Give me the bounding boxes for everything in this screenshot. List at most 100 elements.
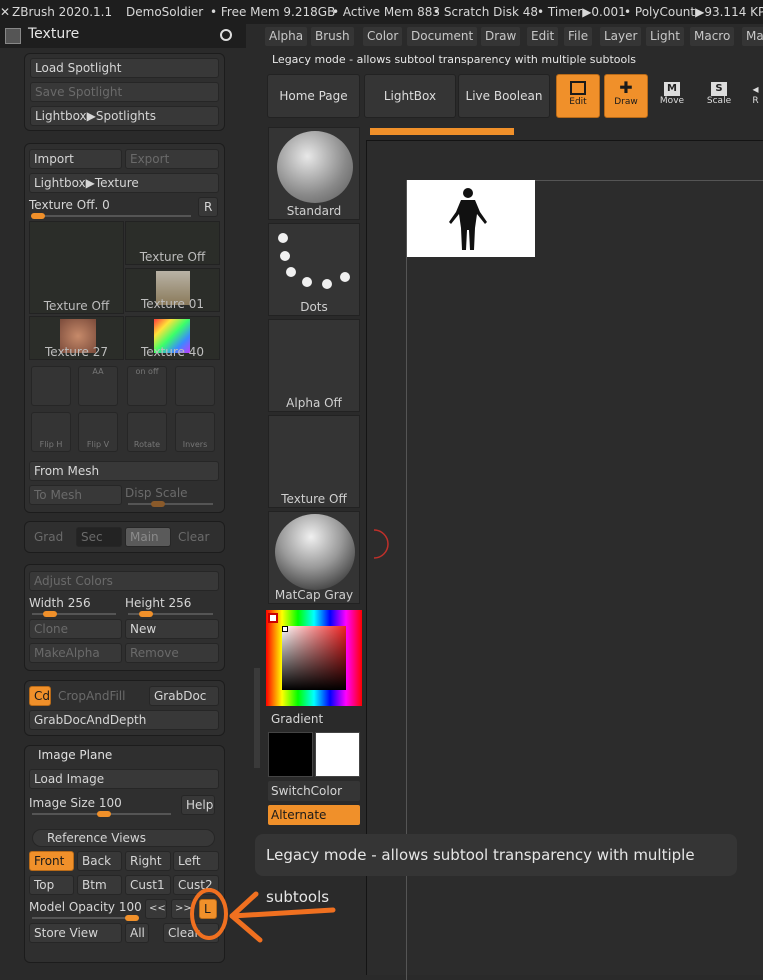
menu-material[interactable]: Ma	[742, 27, 763, 46]
aa-label: AA	[92, 367, 104, 376]
clear-gradient-button[interactable]: Clear	[173, 527, 219, 547]
model-opacity-slider[interactable]: Model Opacity 100	[29, 899, 143, 921]
lightbox-texture-button[interactable]: Lightbox▶Texture	[29, 173, 219, 193]
draw-button[interactable]: ✚ Draw	[604, 74, 648, 118]
r-button[interactable]: R	[198, 197, 218, 217]
invers-label: Invers	[182, 440, 208, 449]
invert-half-icon[interactable]	[31, 366, 71, 406]
import-button[interactable]: Import	[29, 149, 122, 169]
left-view-button[interactable]: Left	[173, 851, 219, 871]
menu-light[interactable]: Light	[646, 27, 684, 46]
aa-icon[interactable]: AA	[78, 366, 118, 406]
main-color-swatch[interactable]	[268, 732, 313, 777]
gauge-icon[interactable]	[175, 366, 215, 406]
btm-view-button[interactable]: Btm	[77, 875, 122, 895]
scale-button[interactable]: S Scale	[697, 74, 741, 118]
texture-off-label: Texture Off	[281, 492, 347, 506]
flip-h-button[interactable]: Flip H	[31, 412, 71, 452]
crop-and-fill-button[interactable]: CropAndFill	[53, 686, 145, 706]
matcap-gray-button[interactable]: MatCap Gray	[268, 511, 360, 604]
save-spotlight-button[interactable]: Save Spotlight	[30, 82, 219, 102]
standard-brush-button[interactable]: Standard	[268, 127, 360, 220]
home-page-button[interactable]: Home Page	[267, 74, 360, 118]
alternate-button[interactable]: Alternate	[268, 805, 360, 825]
on-off-toggle-icon[interactable]: on off	[127, 366, 167, 406]
image-size-slider[interactable]: Image Size 100	[29, 795, 177, 817]
reference-views-header[interactable]: Reference Views	[32, 829, 215, 847]
export-button[interactable]: Export	[125, 149, 219, 169]
grabdoc-button[interactable]: GrabDoc	[149, 686, 219, 706]
new-button[interactable]: New	[125, 619, 219, 639]
from-mesh-button[interactable]: From Mesh	[29, 461, 219, 481]
load-spotlight-button[interactable]: Load Spotlight	[30, 58, 219, 78]
sec-button[interactable]: Sec	[76, 527, 122, 547]
alpha-off-button[interactable]: Alpha Off	[268, 319, 360, 412]
menu-macro[interactable]: Macro	[690, 27, 735, 46]
adjust-colors-button[interactable]: Adjust Colors	[29, 571, 219, 591]
previous-view-button[interactable]: <<	[145, 899, 167, 919]
height-slider[interactable]: Height 256	[125, 595, 219, 617]
to-mesh-button[interactable]: To Mesh	[29, 485, 122, 505]
cd-toggle[interactable]: Cd	[29, 686, 51, 706]
menu-document[interactable]: Document	[407, 27, 478, 46]
menu-draw[interactable]: Draw	[481, 27, 521, 46]
back-view-button[interactable]: Back	[77, 851, 122, 871]
flip-v-button[interactable]: Flip V	[78, 412, 118, 452]
edit-button[interactable]: Edit	[556, 74, 600, 118]
tray-divider[interactable]	[254, 668, 260, 768]
disp-scale-label: Disp Scale	[125, 486, 188, 500]
top-view-button[interactable]: Top	[29, 875, 74, 895]
grad-button[interactable]: Grad	[29, 527, 74, 547]
texture-off-button[interactable]: Texture Off	[268, 415, 360, 508]
color-picker[interactable]	[266, 610, 362, 706]
switch-color-button[interactable]: SwitchColor	[268, 781, 360, 801]
image-plane-title[interactable]: Image Plane	[38, 748, 112, 762]
grab-panel: Cd CropAndFill GrabDoc GrabDocAndDepth	[24, 680, 225, 736]
app-title: ZBrush 2020.1.1	[12, 5, 113, 19]
menu-brush[interactable]: Brush	[311, 27, 354, 46]
lightbox-spotlights-button[interactable]: Lightbox▶Spotlights	[30, 106, 219, 126]
pin-icon[interactable]	[220, 29, 232, 41]
clone-button[interactable]: Clone	[29, 619, 122, 639]
move-button[interactable]: M Move	[650, 74, 694, 118]
texture-01-thumb[interactable]: Texture 01	[125, 268, 220, 312]
texture-off-large-thumb[interactable]: Texture Off	[29, 221, 124, 314]
texture-off-current-thumb[interactable]: Texture Off	[125, 221, 220, 265]
remove-button[interactable]: Remove	[125, 643, 219, 663]
timer: • Timer▶0.001	[537, 5, 626, 19]
invers-button[interactable]: Invers	[175, 412, 215, 452]
menu-color[interactable]: Color	[363, 27, 403, 46]
menu-file[interactable]: File	[564, 27, 593, 46]
grabdoc-and-depth-button[interactable]: GrabDocAndDepth	[29, 710, 219, 730]
texture-40-thumb[interactable]: Texture 40	[125, 316, 220, 360]
live-boolean-button[interactable]: Live Boolean	[458, 74, 550, 118]
help-button[interactable]: Help	[181, 795, 215, 815]
front-view-button[interactable]: Front	[29, 851, 74, 871]
all-button[interactable]: All	[125, 923, 149, 943]
move-label: Move	[659, 96, 685, 106]
texture-panel: Import Export Lightbox▶Texture Texture O…	[24, 143, 225, 513]
texture-offset-slider[interactable]: Texture Off. 0	[29, 197, 197, 219]
gradient-toggle[interactable]: Gradient	[268, 709, 360, 729]
texture-palette-header[interactable]: Texture	[0, 24, 246, 48]
lightbox-button[interactable]: LightBox	[364, 74, 456, 118]
color-saturation-box[interactable]	[282, 626, 346, 690]
make-alpha-button[interactable]: MakeAlpha	[29, 643, 122, 663]
secondary-color-swatch[interactable]	[315, 732, 360, 777]
width-slider[interactable]: Width 256	[29, 595, 122, 617]
menu-edit[interactable]: Edit	[527, 27, 559, 46]
right-view-button[interactable]: Right	[125, 851, 171, 871]
load-image-button[interactable]: Load Image	[29, 769, 219, 789]
dots-stroke-button[interactable]: Dots	[268, 223, 360, 316]
main-button[interactable]: Main	[125, 527, 171, 547]
menu-alpha[interactable]: Alpha	[265, 27, 308, 46]
texture-27-thumb[interactable]: Texture 27	[29, 316, 124, 360]
cust1-view-button[interactable]: Cust1	[125, 875, 171, 895]
menu-layer[interactable]: Layer	[600, 27, 642, 46]
image-size-label: Image Size	[29, 796, 96, 810]
rotate-tool-button[interactable]: ◂ R	[748, 74, 763, 118]
store-view-button[interactable]: Store View	[29, 923, 122, 943]
project-name: DemoSoldier	[126, 5, 204, 19]
rotate-button[interactable]: Rotate	[127, 412, 167, 452]
disp-scale-slider[interactable]: Disp Scale	[125, 485, 219, 507]
